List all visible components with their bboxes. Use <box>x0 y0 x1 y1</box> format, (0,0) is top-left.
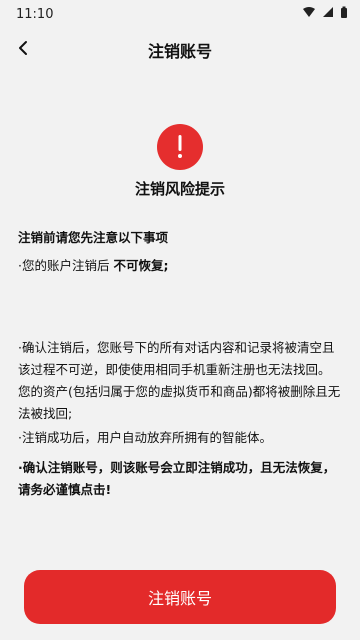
header: 注销账号 <box>0 28 360 72</box>
notice-item-1-emphasis: 不可恢复; <box>113 258 169 273</box>
wifi-icon <box>302 6 316 22</box>
notice-heading: 注销前请您先注意以下事项 <box>18 230 169 245</box>
warning-title: 注销风险提示 <box>134 180 225 198</box>
page-title: 注销账号 <box>147 42 212 61</box>
status-icons <box>302 6 348 23</box>
back-arrow-icon <box>16 40 32 60</box>
blank-gap <box>18 279 342 337</box>
delete-account-button-label: 注销账号 <box>147 589 212 608</box>
back-button[interactable] <box>12 38 36 62</box>
notice-item-3: ·注销成功后，用户自动放弃所拥有的智能体。 <box>18 430 272 445</box>
notice-content: 注销前请您先注意以下事项 ·您的账户注销后 不可恢复; ·确认注销后，您账号下的… <box>0 227 360 501</box>
notice-item-1: ·您的账户注销后 不可恢复; <box>18 255 342 277</box>
status-time: 11:10 <box>16 6 54 22</box>
notice-final-warning: ·确认注销账号，则该账号会立即注销成功，且无法恢复，请务必谨慎点击! <box>18 460 336 497</box>
signal-icon <box>322 6 334 22</box>
warning-section: 注销风险提示 <box>0 124 360 199</box>
battery-icon <box>340 6 348 23</box>
notice-item-2: ·确认注销后，您账号下的所有对话内容和记录将被清空且该过程不可逆，即使使用相同手… <box>18 340 341 421</box>
delete-account-button[interactable]: 注销账号 <box>24 570 336 624</box>
notice-item-1-prefix: ·您的账户注销后 <box>18 258 110 273</box>
status-bar: 11:10 <box>0 0 360 28</box>
warning-icon <box>157 124 203 170</box>
